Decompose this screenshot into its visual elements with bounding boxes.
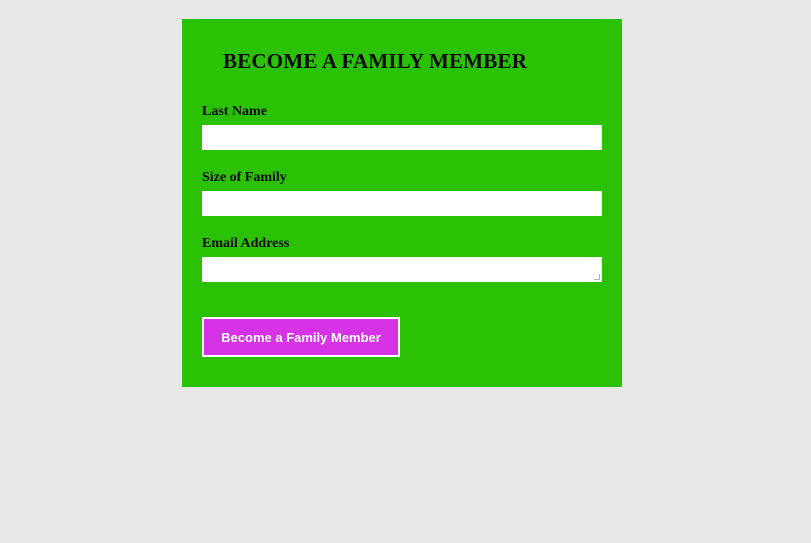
last-name-field-group: Last Name <box>202 105 602 150</box>
form-title: BECOME A FAMILY MEMBER <box>223 49 528 73</box>
email-input[interactable] <box>202 257 602 282</box>
become-family-member-button[interactable]: Become a Family Member <box>202 317 400 357</box>
family-size-label: Size of Family <box>202 170 287 185</box>
email-field-group: Email Address <box>202 237 602 282</box>
email-input-wrapper <box>202 257 602 282</box>
signup-form-panel: BECOME A FAMILY MEMBER Last Name Size of… <box>182 19 622 387</box>
last-name-label: Last Name <box>202 104 267 119</box>
family-size-field-group: Size of Family <box>202 171 602 216</box>
email-label: Email Address <box>202 236 290 251</box>
family-size-input[interactable] <box>202 191 602 216</box>
last-name-input[interactable] <box>202 125 602 150</box>
